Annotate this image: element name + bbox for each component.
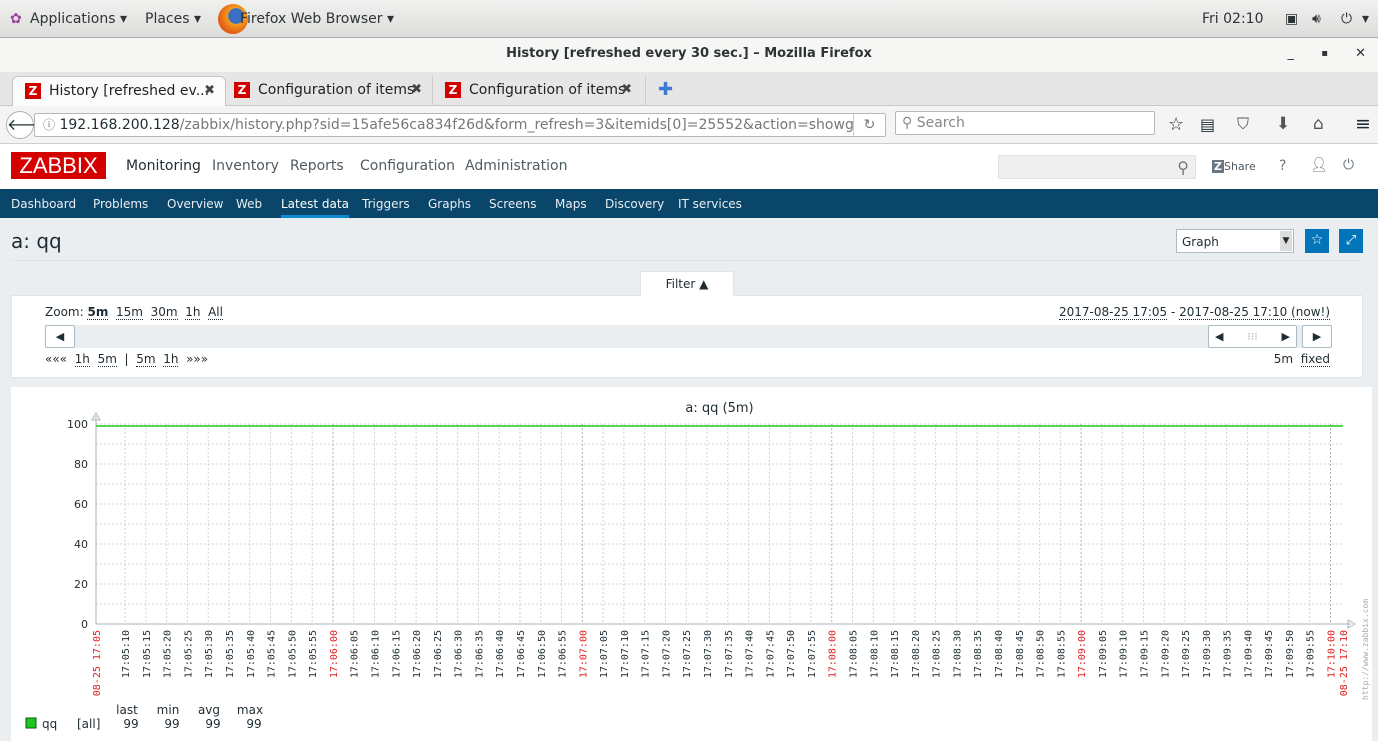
history-graph[interactable]: a: qq (5m) 0 20 40 60 80 100 17:05:10 17:05:15 17… [0,0,1370,731]
x-tick-label: 17:06:25 [433,630,444,678]
forward-1h-link[interactable]: 1h [163,352,179,367]
x-tick-label: 17:06:50 [537,630,548,678]
x-tick-label: 17:07:55 [807,630,818,678]
x-tick-label: 17:09:35 [1223,630,1234,678]
forward-5m-link[interactable]: 5m [136,352,156,367]
x-tick-label: 17:08:15 [890,630,901,678]
y-tick-label: 0 [81,618,88,631]
x-tick-label: 17:06:45 [516,630,527,678]
legend-value-min: 99 [164,717,179,731]
y-tick-label: 60 [74,498,88,511]
x-tick-label: 17:07:40 [745,630,756,678]
x-major-tick-label: 17:09:00 [1077,630,1088,678]
y-tick-label: 100 [67,418,88,431]
x-tick-label: 17:08:25 [932,630,943,678]
legend-header-avg: avg [198,703,220,717]
filter-tab[interactable]: Filter ▲ [640,271,734,296]
x-tick-label: 17:06:20 [412,630,423,678]
back-1h-link[interactable]: 1h [74,352,90,367]
x-tick-label: 17:09:40 [1243,630,1254,678]
watermark: http://www.zabbix.com [1361,599,1370,700]
x-tick-label: 17:09:15 [1139,630,1150,678]
legend-value-last: 99 [123,717,138,731]
legend-value-avg: 99 [205,717,220,731]
x-tick-label: 17:09:30 [1202,630,1213,678]
x-tick-label: 17:06:10 [370,630,381,678]
x-tick-label: 17:05:20 [163,630,174,678]
x-tick-label: 17:05:55 [308,630,319,678]
x-tick-label: 17:07:05 [599,630,610,678]
period-nav: ««« 1h 5m | 5m 1h »»» [45,352,208,367]
x-tick-label: 17:08:35 [973,630,984,678]
x-tick-label: 17:06:05 [350,630,361,678]
x-tick-label: 17:06:15 [391,630,402,678]
legend-header-max: max [237,703,263,717]
x-tick-label: 17:07:35 [724,630,735,678]
period-info: 5m fixed [1273,352,1330,367]
x-tick-label: 17:08:10 [869,630,880,678]
x-tick-label: 17:08:55 [1056,630,1067,678]
legend-item-name: qq [42,717,57,731]
x-tick-label: 17:05:45 [267,630,278,678]
x-tick-label: 17:07:50 [786,630,797,678]
x-tick-label: 17:09:05 [1098,630,1109,678]
x-tick-label: 17:09:50 [1285,630,1296,678]
x-tick-label: 17:08:05 [849,630,860,678]
back-far-link[interactable]: ««« [45,352,67,366]
x-tick-label: 17:06:55 [558,630,569,678]
x-tick-label: 17:05:30 [204,630,215,678]
y-tick-label: 20 [74,578,88,591]
x-tick-label: 17:09:20 [1160,630,1171,678]
period-value: 5m [1273,352,1294,366]
legend-color-swatch [25,717,37,729]
x-tick-label: 17:05:40 [246,630,257,678]
x-tick-label: 17:08:50 [1036,630,1047,678]
legend-value-max: 99 [246,717,261,731]
x-tick-label: 17:07:30 [703,630,714,678]
chart-title: a: qq (5m) [685,401,753,416]
separator: | [124,352,129,366]
x-major-tick-label: 17:06:00 [329,630,340,678]
x-tick-label: 17:08:45 [1015,630,1026,678]
legend-function: [all] [77,717,100,731]
x-tick-label: 17:07:45 [765,630,776,678]
x-tick-label: 17:05:35 [225,630,236,678]
x-tick-label: 17:09:25 [1181,630,1192,678]
x-tick-label: 17:09:55 [1306,630,1317,678]
back-5m-link[interactable]: 5m [97,352,117,367]
x-tick-label: 17:09:45 [1264,630,1275,678]
x-tick-label: 17:06:40 [495,630,506,678]
x-major-tick-label: 17:07:00 [578,630,589,678]
x-tick-label: 17:05:15 [142,630,153,678]
x-tick-label: 17:05:50 [287,630,298,678]
x-tick-label: 17:07:20 [661,630,672,678]
y-tick-label: 80 [74,458,88,471]
x-tick-label: 17:05:25 [183,630,194,678]
fixed-toggle[interactable]: fixed [1300,352,1330,367]
x-tick-label: 17:06:30 [454,630,465,678]
forward-far-link[interactable]: »»» [186,352,208,366]
legend-header-min: min [157,703,180,717]
x-tick-label: 17:09:10 [1119,630,1130,678]
x-major-tick-label: 17:08:00 [828,630,839,678]
x-tick-label: 17:07:15 [641,630,652,678]
y-tick-label: 40 [74,538,88,551]
x-major-tick-label: 17:10:00 [1327,630,1338,678]
x-start-label: 08-25 17:05 [92,630,103,696]
x-tick-label: 17:08:30 [952,630,963,678]
legend-header-last: last [116,703,138,717]
x-tick-label: 17:06:35 [474,630,485,678]
x-tick-label: 17:05:10 [121,630,132,678]
x-end-label: 08-25 17:10 [1339,630,1350,696]
graph-panel: a: qq (5m) 0 20 40 60 80 100 17:05:10 17:05:15 17… [11,387,1372,741]
x-tick-label: 17:08:20 [911,630,922,678]
x-tick-label: 17:07:25 [682,630,693,678]
x-tick-label: 17:08:40 [994,630,1005,678]
x-tick-label: 17:07:10 [620,630,631,678]
chevron-down-icon[interactable]: ▾ [1362,11,1369,27]
